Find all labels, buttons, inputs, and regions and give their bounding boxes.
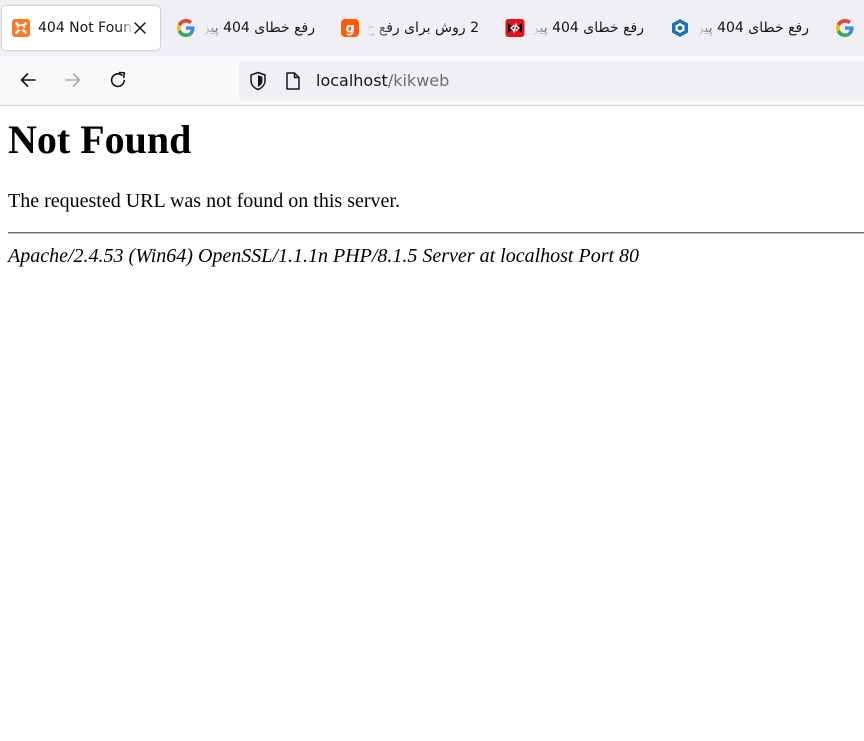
tab-google-2[interactable] <box>835 6 864 50</box>
reload-icon <box>110 71 126 88</box>
close-tab-button[interactable] <box>130 18 150 38</box>
url-text[interactable]: localhost/kikweb <box>316 71 449 90</box>
tab-article-4[interactable]: رفع خطای 404 پیر <box>670 6 820 50</box>
orange-g-icon: g <box>340 18 360 38</box>
navigation-toolbar: localhost/kikweb <box>0 56 864 106</box>
svg-text:g: g <box>345 22 354 37</box>
google-icon <box>835 18 855 38</box>
close-icon <box>134 22 146 34</box>
page-title: Not Found <box>8 117 192 162</box>
reload-button[interactable] <box>102 64 134 96</box>
tab-title: 2 روش برای رفع خ <box>367 20 479 36</box>
tab-title: رفع خطای 404 پیر <box>697 20 809 36</box>
url-path: /kikweb <box>387 71 450 90</box>
back-button[interactable] <box>12 64 44 96</box>
tab-title: 404 Not Found <box>38 20 134 36</box>
forward-button[interactable] <box>57 64 89 96</box>
hexagon-logo-icon <box>670 18 690 38</box>
google-icon <box>176 18 196 38</box>
page-icon[interactable] <box>283 71 303 91</box>
url-host: localhost <box>316 71 388 90</box>
tab-google-search[interactable]: رفع خطای 404 پیر <box>176 6 326 50</box>
shield-icon[interactable] <box>248 71 268 91</box>
tab-title: رفع خطای 404 پیر <box>532 20 644 36</box>
xampp-icon <box>11 18 31 38</box>
forward-arrow-icon <box>65 73 81 87</box>
error-message: The requested URL was not found on this … <box>8 190 400 212</box>
tab-strip: 404 Not Found رفع خطای 404 پیر g 2 روش ب… <box>0 0 864 56</box>
tab-article-2[interactable]: g 2 روش برای رفع خ <box>340 6 490 50</box>
server-signature: Apache/2.4.53 (Win64) OpenSSL/1.1.1n PHP… <box>8 245 640 267</box>
tab-404-not-found[interactable]: 404 Not Found <box>2 6 160 50</box>
tab-article-3[interactable]: رفع خطای 404 پیر <box>505 6 655 50</box>
back-arrow-icon <box>20 73 36 87</box>
code-icon <box>505 18 525 38</box>
url-bar[interactable]: localhost/kikweb <box>239 61 864 101</box>
divider <box>8 232 864 234</box>
page-content: Not Found The requested URL was not foun… <box>0 106 864 741</box>
tab-title: رفع خطای 404 پیر <box>203 20 315 36</box>
